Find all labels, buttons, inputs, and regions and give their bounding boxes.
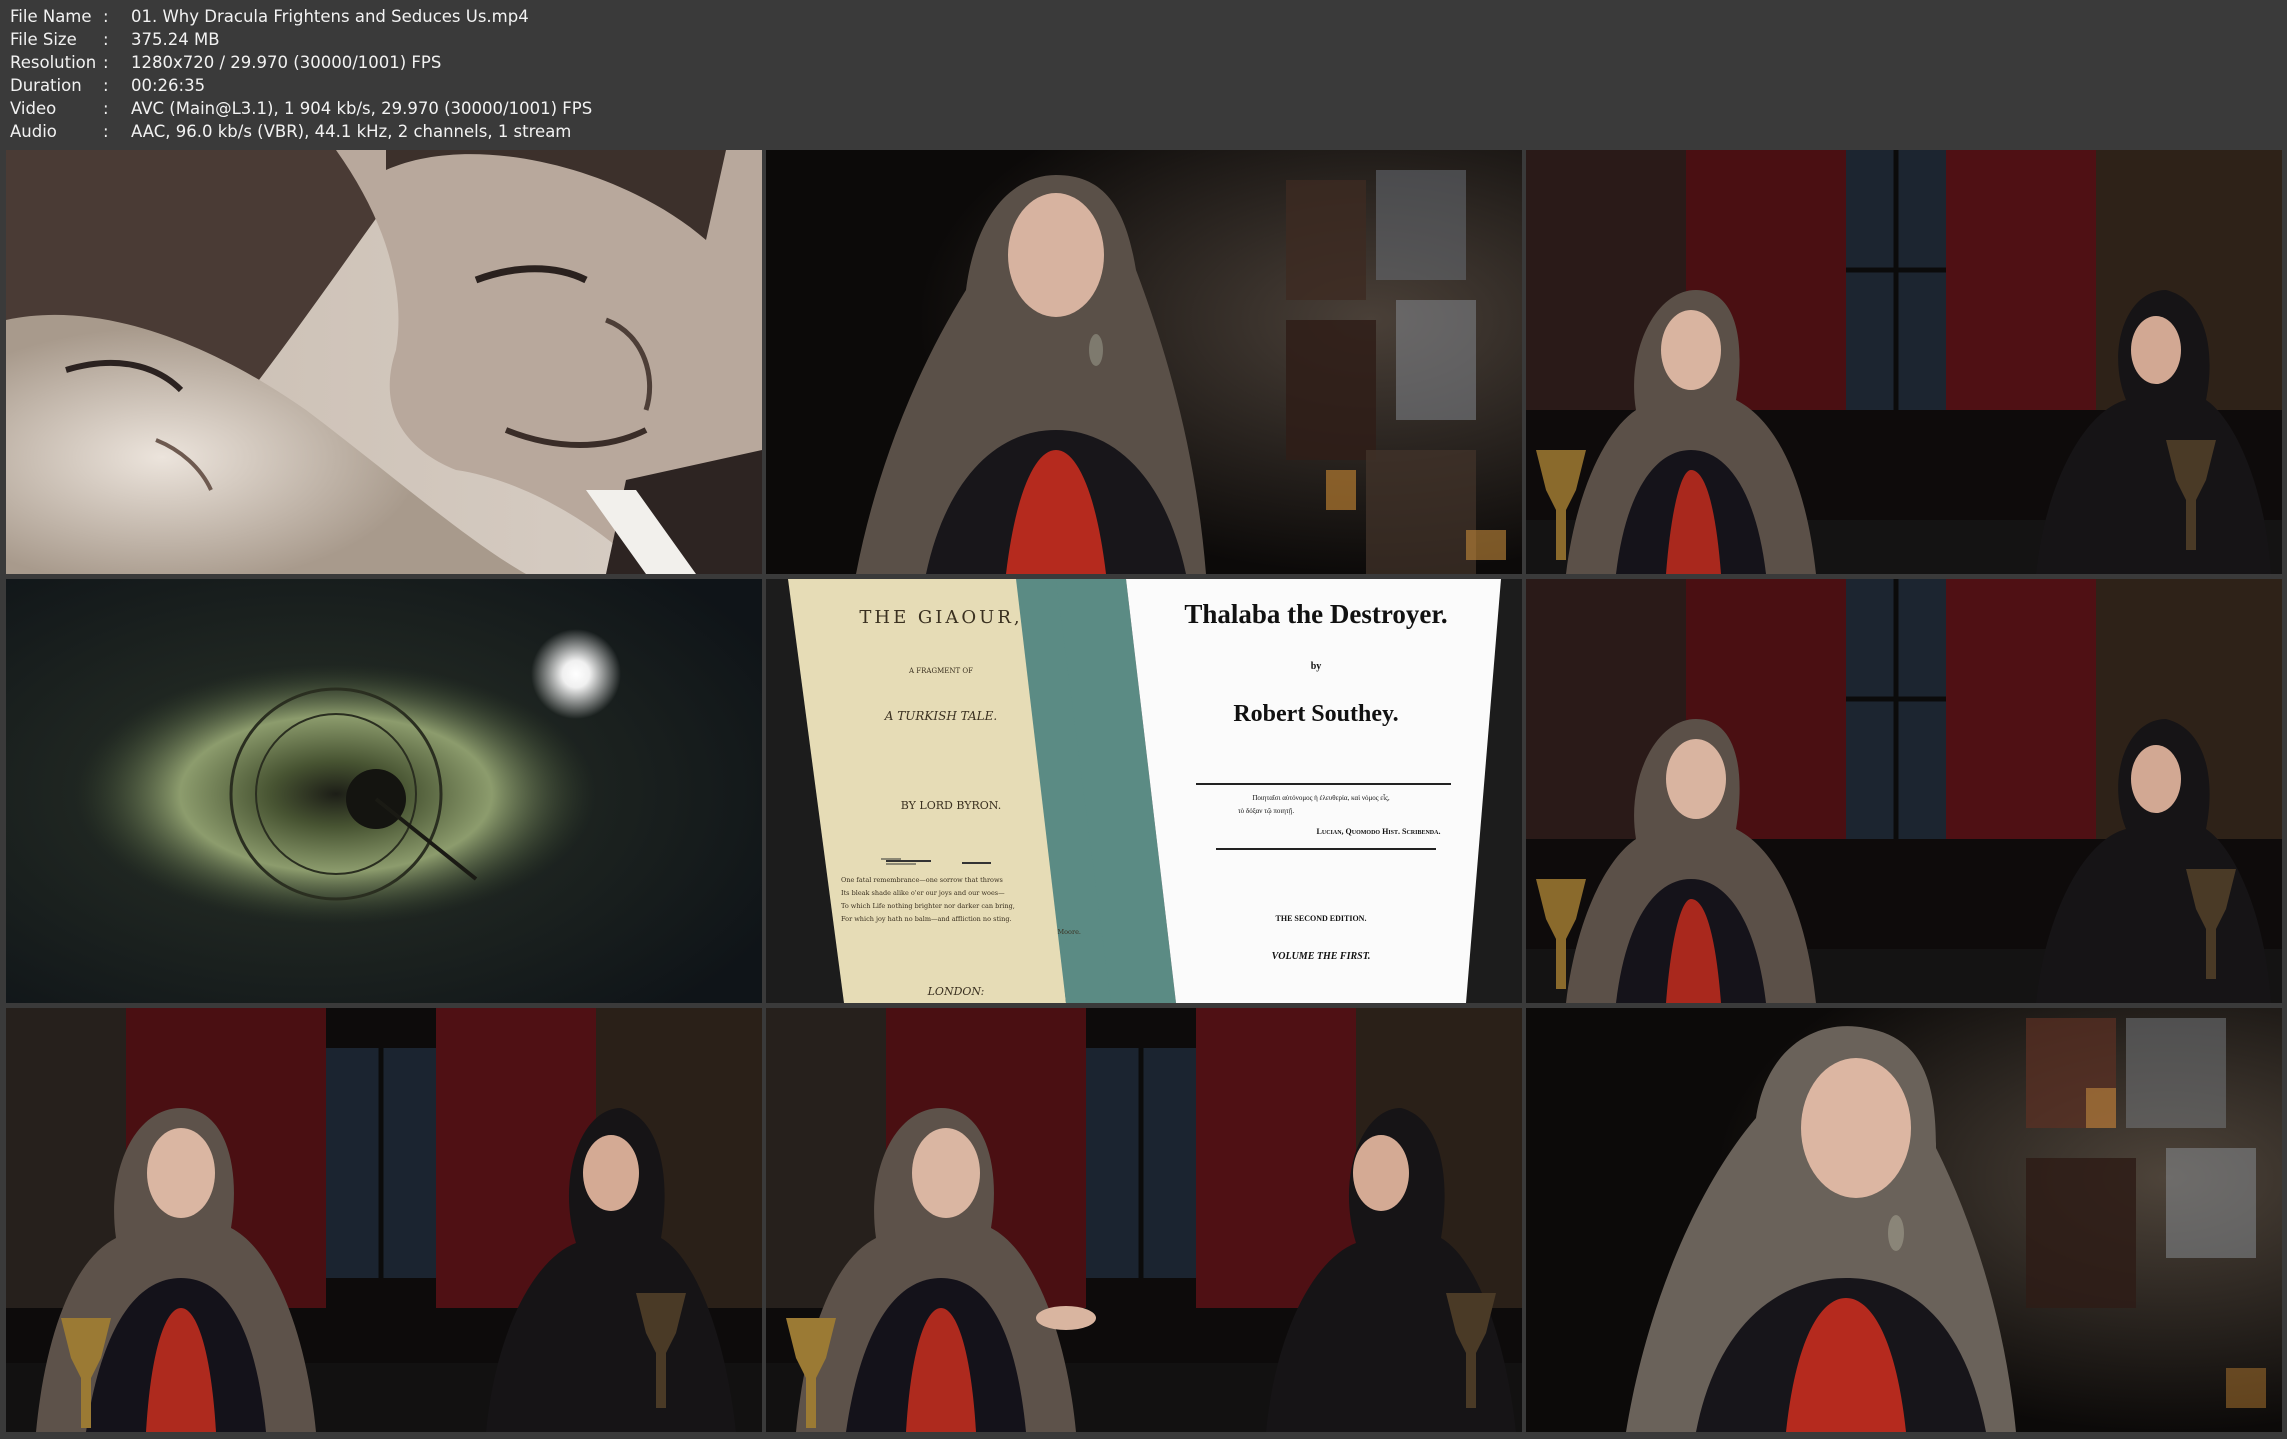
thalaba-author: Robert Southey. bbox=[1233, 701, 1399, 727]
thumbnail-8-presenters-gesture[interactable] bbox=[766, 1008, 1522, 1432]
info-key: File Size bbox=[10, 30, 77, 49]
info-row: Audio: AAC, 96.0 kb/s (VBR), 44.1 kHz, 2 … bbox=[10, 120, 592, 143]
giaour-author: BY LORD BYRON. bbox=[900, 799, 1002, 812]
giaour-quote-attribution: Moore. bbox=[1057, 928, 1081, 936]
info-row: Video: AVC (Main@L3.1), 1 904 kb/s, 29.97… bbox=[10, 97, 592, 120]
thalaba-cite: Lucian, Quomodo Hist. Scribenda. bbox=[1316, 827, 1441, 836]
info-value: 01. Why Dracula Frightens and Seduces Us… bbox=[131, 7, 529, 26]
giaour-quote-line-4: For which joy hath no balm—and afflictio… bbox=[841, 915, 1012, 923]
info-value: AVC (Main@L3.1), 1 904 kb/s, 29.970 (300… bbox=[131, 99, 593, 118]
book-pages-background bbox=[766, 579, 1522, 1003]
info-key: Audio bbox=[10, 122, 57, 141]
thalaba-edition: THE SECOND EDITION. bbox=[1275, 914, 1367, 923]
thumbnail-4-clock-eye[interactable] bbox=[6, 579, 762, 1003]
info-value: 1280x720 / 29.970 (30000/1001) FPS bbox=[131, 53, 442, 72]
two-presenters-table-image-2 bbox=[1526, 579, 2282, 1003]
thumbnail-grid: THE GIAOUR, A FRAGMENT OF A TURKISH TALE… bbox=[6, 150, 2282, 1434]
giaour-subtitle: A FRAGMENT OF bbox=[909, 667, 973, 675]
info-separator: : bbox=[103, 122, 109, 141]
info-key: File Name bbox=[10, 7, 92, 26]
thalaba-greek-line-1: Ποιηταῖσι αὐτόνομος ἡ ἐλευθερία, καὶ νόμ… bbox=[1252, 794, 1390, 802]
info-row: File Size: 375.24 MB bbox=[10, 28, 592, 51]
info-separator: : bbox=[103, 30, 109, 49]
presenter-closeup-image bbox=[766, 150, 1522, 574]
thalaba-volume: VOLUME THE FIRST. bbox=[1271, 951, 1371, 962]
info-key: Resolution bbox=[10, 53, 97, 72]
giaour-quote-line-2: Its bleak shade alike o'er our joys and … bbox=[841, 889, 1005, 897]
presenters-conversation-image bbox=[6, 1008, 762, 1432]
thumbnail-3-two-presenters-table[interactable] bbox=[1526, 150, 2282, 574]
info-value: AAC, 96.0 kb/s (VBR), 44.1 kHz, 2 channe… bbox=[131, 122, 572, 141]
info-key: Video bbox=[10, 99, 57, 118]
vintage-embrace-image bbox=[6, 150, 762, 574]
giaour-quote: One fatal remembrance—one sorrow that th… bbox=[841, 874, 1081, 939]
info-key: Duration bbox=[10, 76, 82, 95]
info-separator: : bbox=[103, 99, 109, 118]
thalaba-by: by bbox=[1310, 661, 1322, 672]
thumbnail-9-presenter-closeup[interactable] bbox=[1526, 1008, 2282, 1432]
thalaba-greek-line-2: τὸ δόξαν τῷ ποιητῇ. bbox=[1237, 807, 1295, 815]
file-info-panel: File Name: 01. Why Dracula Frightens and … bbox=[10, 5, 592, 143]
info-row: Duration: 00:26:35 bbox=[10, 74, 592, 97]
giaour-tale: A TURKISH TALE. bbox=[884, 709, 998, 723]
presenter-closeup-image-2 bbox=[1526, 1008, 2282, 1432]
info-separator: : bbox=[103, 53, 109, 72]
thalaba-title: Thalaba the Destroyer. bbox=[1184, 599, 1448, 629]
thumbnail-7-presenters-conversation[interactable] bbox=[6, 1008, 762, 1432]
info-separator: : bbox=[103, 7, 109, 26]
thumbnail-5-book-title-pages[interactable]: THE GIAOUR, A FRAGMENT OF A TURKISH TALE… bbox=[766, 579, 1522, 1003]
clock-eye-image bbox=[6, 579, 762, 1003]
info-value: 00:26:35 bbox=[131, 76, 206, 95]
presenters-gesture-image bbox=[766, 1008, 1522, 1432]
giaour-title: THE GIAOUR, bbox=[859, 607, 1023, 628]
info-row: File Name: 01. Why Dracula Frightens and … bbox=[10, 5, 592, 28]
info-value: 375.24 MB bbox=[131, 30, 220, 49]
two-presenters-table-image bbox=[1526, 150, 2282, 574]
thumbnail-2-presenter-closeup[interactable] bbox=[766, 150, 1522, 574]
giaour-place: LONDON: bbox=[927, 985, 985, 998]
giaour-quote-line-3: To which Life nothing brighter nor darke… bbox=[841, 902, 1015, 910]
giaour-quote-line-1: One fatal remembrance—one sorrow that th… bbox=[841, 876, 1003, 884]
thumbnail-6-two-presenters-table[interactable] bbox=[1526, 579, 2282, 1003]
info-row: Resolution: 1280x720 / 29.970 (30000/1001… bbox=[10, 51, 592, 74]
thumbnail-1-vintage-embrace[interactable] bbox=[6, 150, 762, 574]
info-separator: : bbox=[103, 76, 109, 95]
